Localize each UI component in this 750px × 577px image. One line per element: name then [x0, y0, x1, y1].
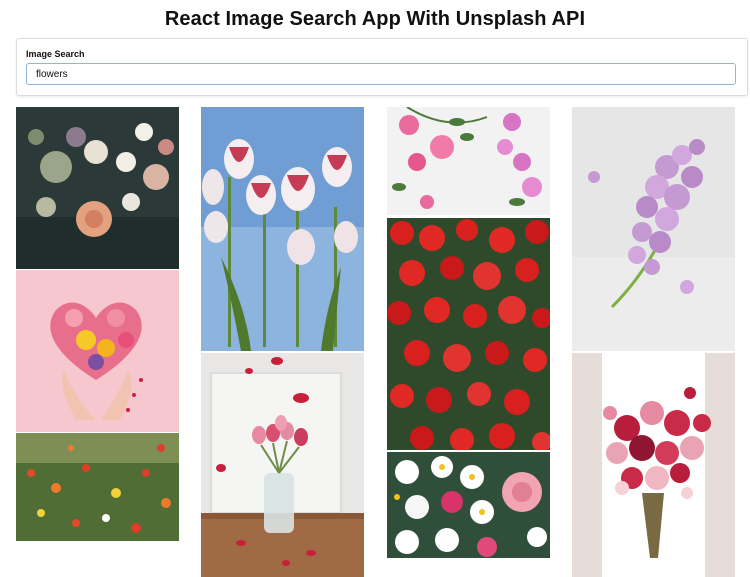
gallery-image-tulip-vase[interactable] — [201, 353, 364, 577]
heart-flowers-image — [16, 270, 179, 432]
gallery-image-bridal-bouquet[interactable] — [572, 353, 735, 577]
gallery-image-lilac[interactable] — [572, 107, 735, 351]
search-form: Image Search — [16, 38, 748, 96]
search-input[interactable] — [26, 63, 736, 85]
red-flower-field-image — [387, 218, 550, 450]
gallery-image-plumeria-flowers[interactable] — [387, 452, 550, 558]
bouquet-image — [16, 107, 179, 269]
pink-flower-frame-image — [387, 107, 550, 215]
gallery-image-wildflower-meadow[interactable] — [16, 433, 179, 541]
gallery-image-heart-flowers[interactable] — [16, 270, 179, 432]
plumeria-flowers-image — [387, 452, 550, 558]
search-label: Image Search — [26, 49, 85, 59]
gallery-image-bouquet[interactable] — [16, 107, 179, 269]
bridal-bouquet-image — [572, 353, 735, 577]
page-title: React Image Search App With Unsplash API — [164, 8, 586, 30]
gallery-image-red-flower-field[interactable] — [387, 218, 550, 450]
tulips-image — [201, 107, 364, 351]
lilac-image — [572, 107, 735, 351]
tulip-vase-image — [201, 353, 364, 577]
gallery-image-tulips[interactable] — [201, 107, 364, 351]
wildflower-meadow-image — [16, 433, 179, 541]
gallery-image-pink-flower-frame[interactable] — [387, 107, 550, 215]
